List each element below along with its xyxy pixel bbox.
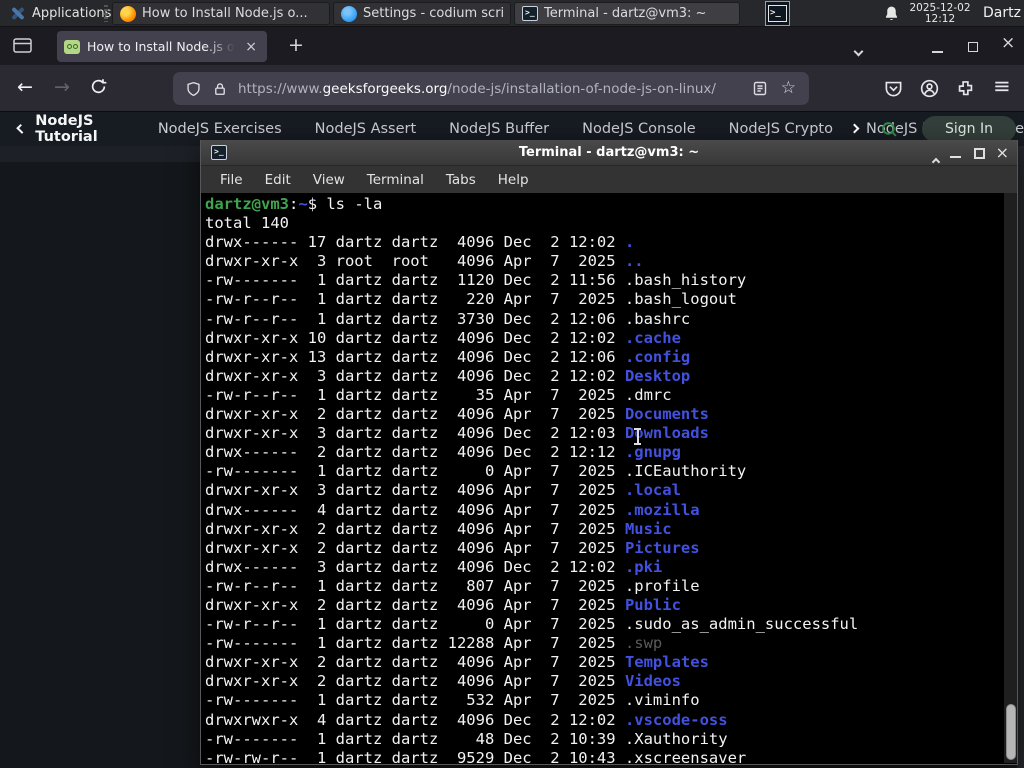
nav-current-item[interactable]: NodeJS Tutorial [35,113,125,145]
extensions-puzzle-icon[interactable] [956,79,975,98]
nav-scroll-right-icon[interactable] [849,123,860,134]
applications-menu-button[interactable]: Applications [2,1,118,26]
sign-in-button[interactable]: Sign In [922,116,1016,142]
terminal-menu-bar: File Edit View Terminal Tabs Help [201,166,1017,193]
tab-title: How to Install Node.js on [87,39,236,54]
pocket-icon[interactable] [884,79,903,98]
reader-mode-icon[interactable] [753,81,767,96]
account-icon[interactable] [920,79,939,98]
hamburger-menu-icon[interactable]: ≡ [993,74,1011,98]
browser-minimize-button[interactable] [932,51,943,53]
terminal-title-bar[interactable]: >_ Terminal - dartz@vm3: ~ × [201,140,1017,167]
nav-item[interactable]: NodeJS Buffer [449,121,549,137]
url-path: /node-js/installation-of-node-js-on-linu… [447,80,716,97]
applications-label: Applications [32,6,112,21]
panel-username: Dartz [983,5,1021,21]
notification-bell-icon[interactable] [883,5,900,22]
browser-maximize-button[interactable] [968,42,978,52]
browser-scrollbar[interactable] [1017,146,1024,768]
terminal-scrollbar-thumb[interactable] [1006,704,1016,760]
terminal-content[interactable]: dartz@vm3:~$ ls -la total 140 drwx------ 1… [201,193,1017,763]
taskbar-button-codium[interactable]: Settings - codium script... [333,2,511,25]
browser-tab-active[interactable]: How to Install Node.js on × [57,31,267,62]
menu-tabs[interactable]: Tabs [435,169,487,191]
back-button[interactable]: ← [17,76,33,98]
list-all-tabs-icon[interactable] [853,40,864,59]
menu-view[interactable]: View [302,169,356,191]
menu-help[interactable]: Help [487,169,540,191]
search-icon[interactable] [881,121,898,138]
menu-edit[interactable]: Edit [254,169,302,191]
tray-terminal-icon[interactable]: >_ [765,1,790,26]
url-domain: geeksforgeeks.org [322,80,448,97]
taskbar-button-firefox[interactable]: How to Install Node.js o... [112,2,330,25]
menu-terminal[interactable]: Terminal [356,169,435,191]
url-scheme: https://www. [238,80,323,97]
new-tab-button[interactable]: + [283,33,309,59]
nav-item[interactable]: NodeJS Assert [315,121,417,137]
browser-toolbar: ← → https://www.geeksforgeeks.org/node-j… [0,65,1024,112]
taskbar-label: Terminal - dartz@vm3: ~ [544,6,707,21]
panel-clock[interactable]: 2025-12-02 12:12 [905,3,975,25]
tab-close-icon[interactable]: × [242,39,260,55]
nav-item[interactable]: NodeJS Console [582,121,696,137]
panel-handle [104,5,108,22]
browser-tab-bar: How to Install Node.js on × + × [0,27,1024,65]
taskbar-label: How to Install Node.js o... [142,6,308,21]
desktop: Applications How to Install Node.js o...… [0,0,1024,768]
terminal-output: dartz@vm3:~$ ls -la total 140 drwx------ 1… [205,195,859,763]
taskbar-label: Settings - codium script... [363,6,503,21]
terminal-close-button[interactable]: × [996,143,1009,162]
codium-icon [341,5,357,22]
taskbar-button-terminal[interactable]: >_ Terminal - dartz@vm3: ~ [514,2,740,25]
firefox-view-icon[interactable] [13,37,32,54]
url-bar[interactable]: https://www.geeksforgeeks.org/node-js/in… [173,72,809,105]
terminal-scrollbar[interactable] [1004,193,1017,763]
applications-icon [9,5,26,22]
terminal-window-icon: >_ [211,145,227,160]
mouse-cursor-ibeam [633,428,642,445]
forward-button[interactable]: → [54,76,70,98]
terminal-icon: >_ [522,6,538,21]
menu-file[interactable]: File [209,169,254,191]
tracking-protection-shield-icon[interactable] [186,81,201,97]
browser-close-button[interactable]: × [1001,33,1015,53]
firefox-icon [120,5,136,22]
terminal-minimize-button[interactable] [950,156,961,158]
lock-icon[interactable] [213,81,227,97]
clock-time: 12:12 [924,13,956,25]
terminal-window-title: Terminal - dartz@vm3: ~ [518,145,700,160]
terminal-window: >_ Terminal - dartz@vm3: ~ × File Edit V… [200,140,1018,765]
reload-button[interactable] [90,78,107,95]
url-text[interactable]: https://www.geeksforgeeks.org/node-js/in… [238,81,753,97]
nav-item[interactable]: NodeJS Exercises [158,121,282,137]
top-panel: Applications How to Install Node.js o...… [0,0,1024,27]
nav-item[interactable]: NodeJS Crypto [729,121,833,137]
nav-scroll-left-icon[interactable] [16,123,27,135]
geeksforgeeks-favicon [64,39,80,54]
bookmark-star-icon[interactable]: ☆ [781,80,796,97]
terminal-maximize-button[interactable] [974,148,985,159]
